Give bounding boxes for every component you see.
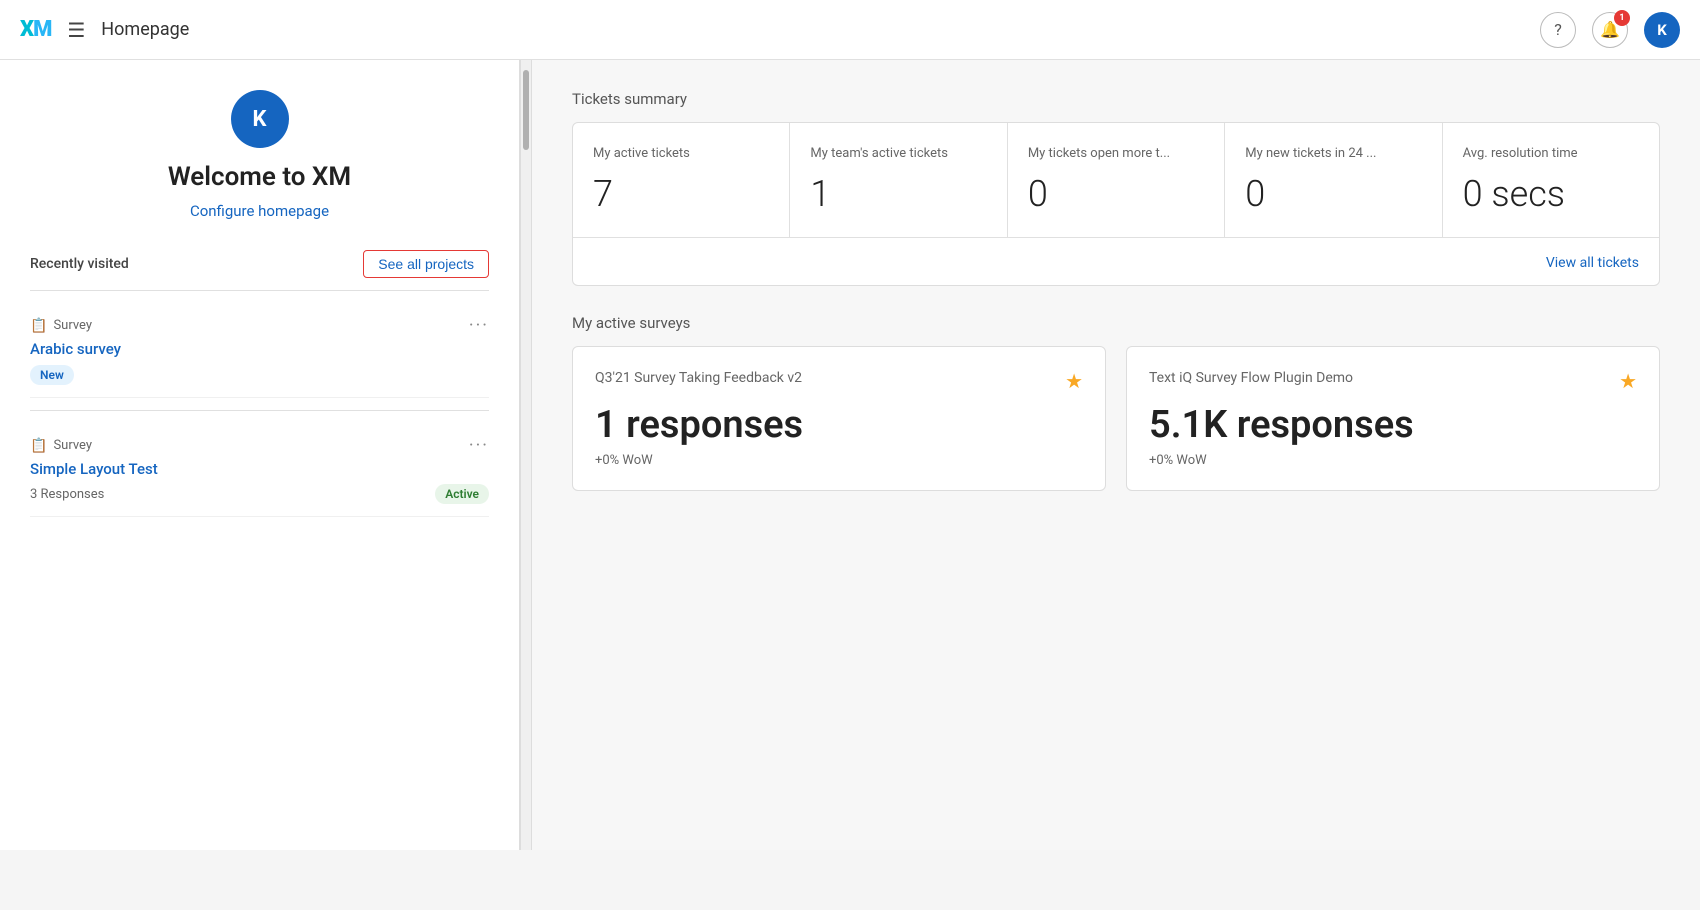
- status-badge: Active: [435, 484, 489, 504]
- notification-button[interactable]: 🔔 1: [1592, 12, 1628, 48]
- header-right: ? 🔔 1 K: [1540, 12, 1680, 48]
- surveys-grid: Q3'21 Survey Taking Feedback v2 ★ 1 resp…: [572, 346, 1660, 491]
- survey-icon: 📋: [30, 438, 47, 454]
- project-name-link[interactable]: Simple Layout Test: [30, 460, 489, 478]
- notification-badge: 1: [1614, 10, 1630, 26]
- xm-logo: XM: [20, 17, 51, 42]
- main-content: Tickets summary My active tickets 7 My t…: [532, 60, 1700, 850]
- recently-visited-section: Recently visited See all projects 📋 Surv…: [0, 250, 519, 517]
- help-icon-button[interactable]: ?: [1540, 12, 1576, 48]
- welcome-text: Welcome to XM: [168, 162, 351, 192]
- survey-card-title: Text iQ Survey Flow Plugin Demo: [1149, 369, 1619, 389]
- stat-value: 0 secs: [1463, 173, 1639, 215]
- main-layout: K Welcome to XM Configure homepage Recen…: [0, 60, 1700, 850]
- survey-wow: +0% WoW: [1149, 453, 1637, 468]
- recently-visited-label: Recently visited: [30, 256, 129, 272]
- stat-label: My team's active tickets: [810, 145, 986, 163]
- star-icon[interactable]: ★: [1619, 369, 1637, 393]
- survey-icon: 📋: [30, 318, 47, 334]
- survey-wow: +0% WoW: [595, 453, 1083, 468]
- stat-new-tickets: My new tickets in 24 ... 0: [1225, 123, 1442, 237]
- sidebar-avatar: K: [231, 90, 289, 148]
- stat-value: 1: [810, 173, 986, 215]
- survey-card-title: Q3'21 Survey Taking Feedback v2: [595, 369, 1065, 389]
- divider: [30, 410, 489, 411]
- stat-label: My new tickets in 24 ...: [1245, 145, 1421, 163]
- tickets-footer: View all tickets: [573, 238, 1659, 285]
- stat-label: Avg. resolution time: [1463, 145, 1639, 163]
- surveys-section-title: My active surveys: [572, 314, 1660, 332]
- tickets-summary-card: My active tickets 7 My team's active tic…: [572, 122, 1660, 286]
- project-type-row: 📋 Survey ···: [30, 315, 489, 336]
- recently-visited-header: Recently visited See all projects: [30, 250, 489, 278]
- project-type-label: Survey: [53, 438, 92, 453]
- stat-label: My active tickets: [593, 145, 769, 163]
- scroll-thumb: [523, 70, 529, 150]
- stat-value: 0: [1028, 173, 1204, 215]
- stat-team-active: My team's active tickets 1: [790, 123, 1007, 237]
- stat-avg-resolution: Avg. resolution time 0 secs: [1443, 123, 1659, 237]
- more-options-button[interactable]: ···: [469, 315, 489, 336]
- header-left: XM ☰ Homepage: [20, 17, 189, 42]
- configure-homepage-link[interactable]: Configure homepage: [190, 202, 329, 220]
- survey-card-header: Q3'21 Survey Taking Feedback v2 ★: [595, 369, 1083, 393]
- more-options-button[interactable]: ···: [469, 435, 489, 456]
- stat-open-more: My tickets open more t... 0: [1008, 123, 1225, 237]
- tickets-stats: My active tickets 7 My team's active tic…: [573, 123, 1659, 238]
- survey-card: Text iQ Survey Flow Plugin Demo ★ 5.1K r…: [1126, 346, 1660, 491]
- view-all-tickets-link[interactable]: View all tickets: [1546, 255, 1639, 271]
- question-mark-icon: ?: [1554, 20, 1562, 39]
- stat-my-active: My active tickets 7: [573, 123, 790, 237]
- stat-value: 7: [593, 173, 769, 215]
- project-type: 📋 Survey: [30, 438, 92, 454]
- survey-responses: 1 responses: [595, 403, 1083, 447]
- sidebar: K Welcome to XM Configure homepage Recen…: [0, 60, 520, 850]
- list-item: 📋 Survey ··· Simple Layout Test 3 Respon…: [30, 423, 489, 517]
- tickets-section-title: Tickets summary: [572, 90, 1660, 108]
- project-name-link[interactable]: Arabic survey: [30, 340, 489, 358]
- project-meta: 3 Responses: [30, 487, 104, 502]
- header: XM ☰ Homepage ? 🔔 1 K: [0, 0, 1700, 60]
- page-title: Homepage: [101, 19, 189, 40]
- project-type: 📋 Survey: [30, 318, 92, 334]
- divider: [30, 290, 489, 291]
- hamburger-menu[interactable]: ☰: [67, 18, 85, 42]
- survey-card-header: Text iQ Survey Flow Plugin Demo ★: [1149, 369, 1637, 393]
- star-icon[interactable]: ★: [1065, 369, 1083, 393]
- sidebar-scrollbar[interactable]: [520, 60, 532, 850]
- stat-value: 0: [1245, 173, 1421, 215]
- see-all-projects-button[interactable]: See all projects: [363, 250, 489, 278]
- project-type-row: 📋 Survey ···: [30, 435, 489, 456]
- survey-card: Q3'21 Survey Taking Feedback v2 ★ 1 resp…: [572, 346, 1106, 491]
- project-type-label: Survey: [53, 318, 92, 333]
- stat-label: My tickets open more t...: [1028, 145, 1204, 163]
- status-badge: New: [30, 365, 74, 385]
- survey-responses: 5.1K responses: [1149, 403, 1637, 447]
- list-item: 📋 Survey ··· Arabic survey New: [30, 303, 489, 398]
- user-avatar-button[interactable]: K: [1644, 12, 1680, 48]
